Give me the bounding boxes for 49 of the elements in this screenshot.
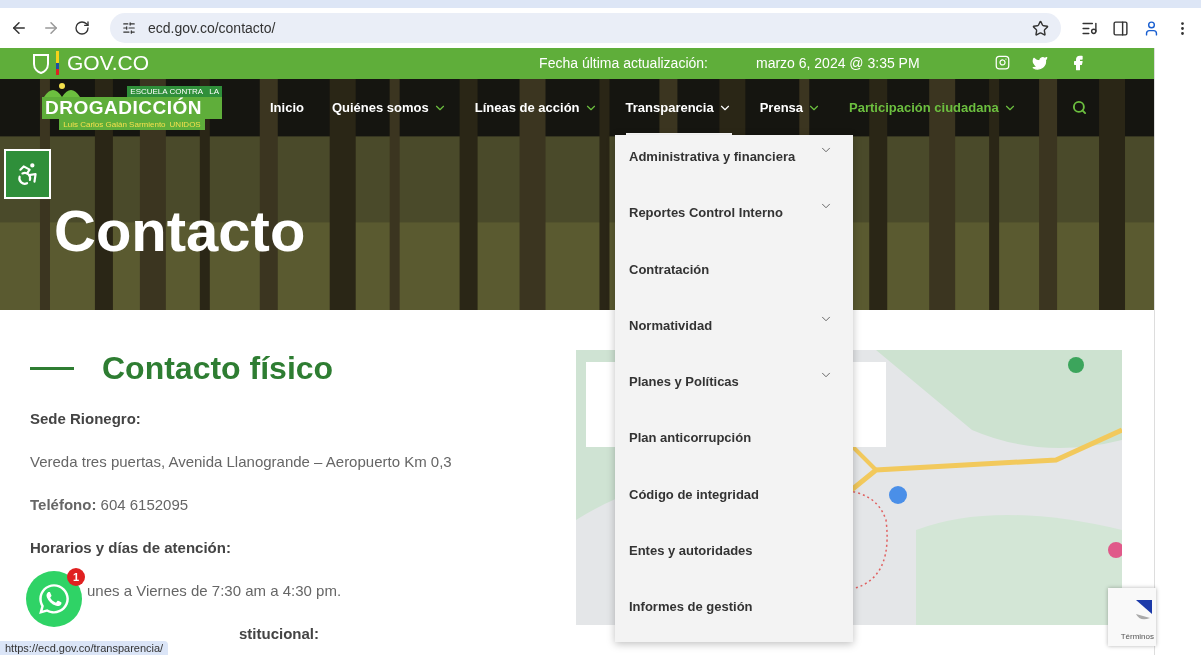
contact-label: Sede Rionegro: <box>30 409 141 429</box>
recaptcha-badge[interactable]: Términos <box>1108 588 1156 646</box>
reload-icon[interactable] <box>74 20 90 36</box>
heading-dash <box>30 367 74 370</box>
nav-link[interactable]: Quiénes somos <box>331 79 447 136</box>
dropdown-item[interactable]: Normatividad <box>615 303 853 361</box>
whatsapp-button[interactable] <box>26 571 82 627</box>
back-icon[interactable] <box>10 19 28 37</box>
contact-text: Vereda tres puertas, Avenida Llanogrande – Aeropuerto Km 0,3 <box>30 452 452 472</box>
contact-label: Horarios y días de atención: <box>30 538 231 558</box>
section-heading: Contacto físico <box>102 350 334 387</box>
nav-link[interactable]: Prensa <box>759 79 822 136</box>
page-title: Contacto <box>54 196 306 264</box>
nav-link[interactable]: Inicio <box>270 79 304 136</box>
address-bar[interactable]: ecd.gov.co/contacto/ <box>110 13 1061 43</box>
logo-tagline: ESCUELA CONTRA LA <box>127 85 222 97</box>
twitter-icon[interactable] <box>1031 55 1048 72</box>
contact-label: stitucional: <box>239 624 319 644</box>
dropdown-item[interactable]: Código de integridad <box>615 472 853 530</box>
search-icon[interactable] <box>1071 100 1087 116</box>
people-logo-icon <box>44 82 80 97</box>
flag-stripe <box>56 51 59 76</box>
terms-link[interactable]: Términos <box>1120 632 1154 641</box>
nav-link[interactable]: Líneas de acción <box>474 79 598 136</box>
dropdown-item[interactable]: Administrativa y financiera <box>615 135 853 192</box>
bookmark-star-icon[interactable] <box>1032 19 1049 37</box>
dropdown-item[interactable]: Contratación <box>615 247 853 304</box>
url-text: ecd.gov.co/contacto/ <box>148 20 277 36</box>
dropdown-item[interactable]: Planes y Políticas <box>615 360 853 417</box>
forward-icon[interactable] <box>42 19 60 37</box>
contact-text: unes a Viernes de 7:30 am a 4:30 pm. <box>87 581 342 601</box>
dropdown-item[interactable]: Entes y autoridades <box>615 529 853 586</box>
dropdown-item[interactable]: Reportes Control Interno <box>615 191 853 248</box>
dropdown-item[interactable]: Plan anticorrupción <box>615 416 853 473</box>
shield-icon <box>32 52 50 75</box>
whatsapp-icon <box>37 582 71 616</box>
instagram-icon[interactable] <box>994 55 1010 72</box>
nav-link[interactable]: Participación ciudadana <box>849 79 1017 136</box>
notification-badge: 1 <box>67 568 85 586</box>
update-date: marzo 6, 2024 @ 3:35 PM <box>755 55 920 72</box>
accessibility-button[interactable] <box>4 148 51 199</box>
logo-subtitle: Luis Carlos Galán Sarmiento UNIDOS <box>59 118 205 130</box>
update-label: Fecha última actualización: <box>539 55 708 72</box>
status-url: https://ecd.gov.co/transparencia/ <box>0 641 169 655</box>
site-settings-icon[interactable] <box>122 21 136 35</box>
dropdown-item[interactable]: Informes de gestión <box>615 585 853 642</box>
profile-icon[interactable] <box>1143 19 1160 37</box>
side-panel-icon[interactable] <box>1112 19 1129 37</box>
contact-text: Teléfono: 604 6152095 <box>30 495 189 515</box>
